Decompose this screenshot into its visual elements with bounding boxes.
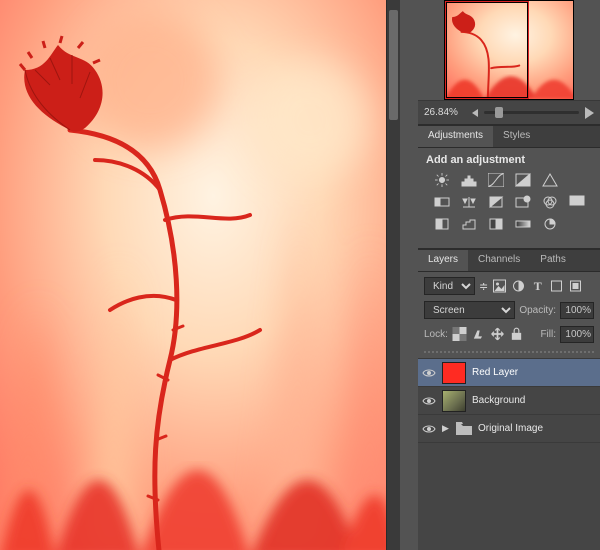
blend-mode-select[interactable]: Screen <box>424 301 515 319</box>
adjustments-tabs: Adjustments Styles <box>418 126 600 148</box>
zoom-in-icon[interactable] <box>585 107 594 119</box>
zoom-out-icon[interactable] <box>472 109 478 117</box>
gradient-map-icon[interactable] <box>513 216 533 232</box>
panel-dock-gap <box>400 0 418 550</box>
filter-pixel-icon[interactable] <box>492 279 507 293</box>
adjustments-heading: Add an adjustment <box>426 154 592 166</box>
curves-icon[interactable] <box>486 172 506 188</box>
visibility-eye-icon[interactable] <box>422 368 436 378</box>
opacity-value[interactable]: 100% <box>560 302 594 319</box>
layer-name[interactable]: Red Layer <box>472 367 518 378</box>
threshold-icon[interactable] <box>486 216 506 232</box>
color-lookup-icon[interactable] <box>567 194 587 210</box>
filter-smart-icon[interactable] <box>568 279 583 293</box>
hue-sat-icon[interactable] <box>432 194 452 210</box>
black-white-icon[interactable] <box>486 194 506 210</box>
layer-name[interactable]: Background <box>472 395 525 406</box>
zoom-slider[interactable] <box>484 111 579 114</box>
canvas-vscrollbar[interactable] <box>386 0 400 550</box>
document-canvas[interactable] <box>0 0 400 550</box>
right-panels: 26.84% Adjustments Styles Add an adjustm… <box>418 0 600 550</box>
fill-value[interactable]: 100% <box>560 326 594 343</box>
layer-list[interactable]: Red Layer Background ▶ Original Image <box>418 359 600 550</box>
selective-color-icon[interactable] <box>540 216 560 232</box>
brightness-contrast-icon[interactable] <box>432 172 452 188</box>
color-balance-icon[interactable] <box>459 194 479 210</box>
layers-panel: Layers Channels Paths Kind ≑ T Screen Op… <box>418 250 600 550</box>
adjustment-row-3 <box>426 216 592 232</box>
layer-filter-kind[interactable]: Kind <box>424 277 475 295</box>
folder-icon <box>456 422 472 435</box>
tab-styles[interactable]: Styles <box>493 126 540 147</box>
fill-label: Fill: <box>540 329 556 340</box>
filter-type-icon[interactable]: T <box>530 279 545 293</box>
filter-adjust-icon[interactable] <box>511 279 526 293</box>
tab-channels[interactable]: Channels <box>468 250 530 271</box>
exposure-icon[interactable] <box>513 172 533 188</box>
group-disclosure-icon[interactable]: ▶ <box>442 423 450 434</box>
lock-all-icon[interactable] <box>509 327 524 341</box>
channel-mixer-icon[interactable] <box>540 194 560 210</box>
layer-row[interactable]: Red Layer <box>418 359 600 387</box>
opacity-label: Opacity: <box>519 305 556 316</box>
zoom-readout[interactable]: 26.84% <box>424 107 466 118</box>
adjustment-row-2 <box>426 194 592 210</box>
controls-separator <box>424 350 594 354</box>
layers-tabs: Layers Channels Paths <box>418 250 600 272</box>
layer-row[interactable]: ▶ Original Image <box>418 415 600 443</box>
lock-pixels-icon[interactable] <box>471 327 486 341</box>
posterize-icon[interactable] <box>459 216 479 232</box>
adjustments-panel: Adjustments Styles Add an adjustment <box>418 126 600 248</box>
visibility-eye-icon[interactable] <box>422 424 436 434</box>
lock-position-icon[interactable] <box>490 327 505 341</box>
layer-name[interactable]: Original Image <box>478 423 543 434</box>
canvas-image <box>0 0 388 550</box>
invert-icon[interactable] <box>432 216 452 232</box>
layer-thumbnail[interactable] <box>442 362 466 384</box>
layer-row[interactable]: Background <box>418 387 600 415</box>
levels-icon[interactable] <box>459 172 479 188</box>
layers-controls: Kind ≑ T Screen Opacity: 100% Lock: <box>418 272 600 359</box>
visibility-eye-icon[interactable] <box>422 396 436 406</box>
lock-transparent-icon[interactable] <box>452 327 467 341</box>
navigator-footer: 26.84% <box>418 100 600 124</box>
navigator-panel: 26.84% <box>418 0 600 124</box>
filter-shape-icon[interactable] <box>549 279 564 293</box>
adjustment-row-1 <box>426 172 592 188</box>
layer-thumbnail[interactable] <box>442 390 466 412</box>
photo-filter-icon[interactable] <box>513 194 533 210</box>
tab-paths[interactable]: Paths <box>530 250 576 271</box>
navigator-thumbnail[interactable] <box>444 0 574 100</box>
zoom-slider-knob[interactable] <box>495 107 503 118</box>
tab-layers[interactable]: Layers <box>418 250 468 271</box>
vibrance-icon[interactable] <box>540 172 560 188</box>
lock-label: Lock: <box>424 329 448 340</box>
app-root: 26.84% Adjustments Styles Add an adjustm… <box>0 0 600 550</box>
canvas-vscrollbar-thumb[interactable] <box>389 10 398 120</box>
tab-adjustments[interactable]: Adjustments <box>418 126 493 147</box>
